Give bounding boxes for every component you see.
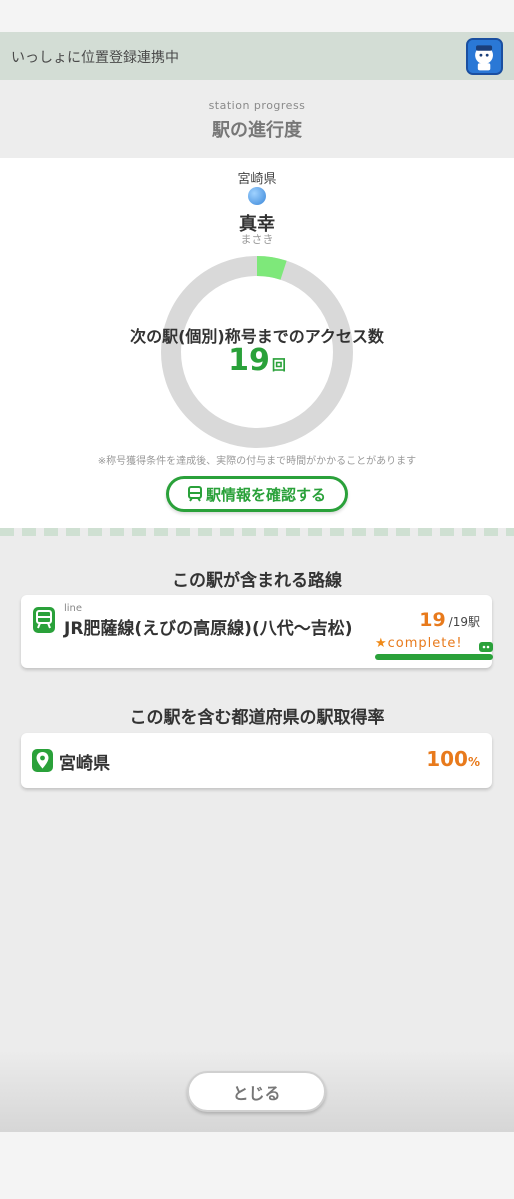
complete-progress-bar — [375, 654, 493, 660]
page-header: station progress 駅の進行度 — [0, 80, 514, 158]
prefecture-name: 宮崎県 — [59, 754, 110, 774]
prefecture-rate: 100% — [426, 747, 480, 771]
complete-text: complete! — [387, 636, 463, 651]
access-count-value: 19 — [228, 343, 270, 378]
section-divider — [0, 528, 514, 536]
lines-section-title: この駅が含まれる路線 — [172, 571, 342, 591]
banner-text: いっしょに位置登録連携中 — [11, 50, 179, 66]
close-button-label: とじる — [232, 1083, 281, 1103]
line-small-label: line — [64, 603, 83, 614]
status-bar-area — [0, 0, 514, 32]
page-subtitle: station progress — [208, 99, 306, 112]
prefecture-rate-value: 100 — [426, 747, 468, 771]
close-button[interactable]: とじる — [187, 1071, 326, 1112]
star-icon: ★ — [375, 636, 388, 651]
line-card[interactable]: line JR肥薩線(えびの高原線)(八代〜吉松) 19/19駅 ★comple… — [21, 595, 493, 668]
mascot-mini-icon — [479, 642, 493, 652]
location-link-banner: いっしょに位置登録連携中 — [0, 32, 514, 80]
station-info-button-label: 駅情報を確認する — [205, 485, 326, 504]
page-title: 駅の進行度 — [212, 120, 302, 141]
prefecture-rate-unit: % — [467, 755, 480, 769]
station-kana: まさき — [240, 233, 274, 246]
line-station-count: 19/19駅 — [419, 609, 480, 631]
train-icon — [33, 607, 55, 633]
line-count-total: /19駅 — [448, 615, 480, 629]
access-count: 19 回 — [0, 343, 514, 378]
station-info-button[interactable]: 駅情報を確認する — [166, 476, 348, 512]
train-icon — [187, 486, 202, 502]
prefecture-card[interactable]: 宮崎県 100% — [21, 733, 492, 788]
station-pin-icon — [248, 187, 266, 205]
line-count-value: 19 — [419, 609, 446, 631]
mascot-app-icon[interactable] — [466, 38, 503, 75]
access-count-unit: 回 — [271, 358, 286, 374]
prefecture-section-title: この駅を含む都道府県の駅取得率 — [129, 708, 385, 728]
line-name: JR肥薩線(えびの高原線)(八代〜吉松) — [64, 619, 353, 639]
complete-badge: ★complete! — [375, 636, 463, 651]
location-pin-icon — [32, 749, 53, 772]
title-note: ※称号獲得条件を達成後、実際の付与まで時間がかかることがあります — [97, 456, 417, 467]
station-prefecture: 宮崎県 — [237, 172, 277, 187]
navigation-bar-area — [0, 1132, 514, 1199]
